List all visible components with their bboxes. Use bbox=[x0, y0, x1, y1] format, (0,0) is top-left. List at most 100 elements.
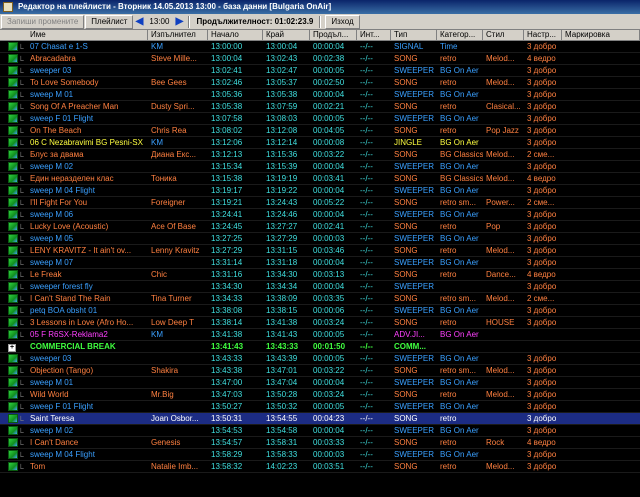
app-icon bbox=[3, 2, 13, 12]
intro: --/-- bbox=[360, 258, 373, 267]
table-row[interactable]: └ sweep M 01 13:47:00 13:47:04 00:00:04 --/--… bbox=[0, 377, 640, 389]
table-row[interactable]: └ sweeper 03 13:02:41 13:02:47 00:00:05 --/--… bbox=[0, 65, 640, 77]
end-time: 13:41:43 bbox=[266, 330, 298, 339]
row-icon-cell: └ bbox=[0, 425, 30, 436]
duration: 00:02:21 bbox=[313, 102, 345, 111]
table-row[interactable]: └ sweep M 06 13:24:41 13:24:46 00:00:04 --/--… bbox=[0, 209, 640, 221]
table-row[interactable]: └ sweeper 03 13:43:33 13:43:39 00:00:05 --/--… bbox=[0, 353, 640, 365]
expand-icon[interactable]: + bbox=[8, 344, 16, 352]
marking bbox=[562, 137, 640, 148]
row-icon-cell: └ bbox=[0, 209, 30, 220]
style bbox=[483, 89, 524, 100]
row-icon-cell: └ bbox=[0, 293, 30, 304]
column-header[interactable]: Маркировка bbox=[562, 30, 640, 41]
start-time: 13:05:36 bbox=[211, 90, 243, 99]
column-header[interactable]: Име bbox=[0, 30, 148, 41]
start-time: 13:31:14 bbox=[211, 258, 243, 267]
category: retro bbox=[440, 414, 457, 423]
playlist-grid[interactable]: Име Изпълнител Начало Край Продъл... Инт... Ти… bbox=[0, 30, 640, 497]
table-row[interactable]: └ sweep F 01 Flight 13:07:58 13:08:03 00:00:… bbox=[0, 113, 640, 125]
track-name: 3 Lessons in Love (Afro Ho... bbox=[30, 318, 134, 327]
previous-arrow-icon[interactable]: ◀ bbox=[133, 16, 145, 27]
start-time: 13:12:06 bbox=[211, 138, 243, 147]
audio-file-icon bbox=[8, 66, 18, 75]
table-row[interactable]: └ To Love Somebody Bee Gees 13:02:46 13:05:3… bbox=[0, 77, 640, 89]
setting: 3 добро bbox=[527, 102, 557, 111]
column-header[interactable]: Начало bbox=[208, 30, 263, 41]
tree-line-icon: └ bbox=[18, 440, 24, 448]
track-artist bbox=[148, 353, 208, 364]
exit-button[interactable]: Изход bbox=[325, 14, 360, 29]
table-row[interactable]: └ Lucky Love (Acoustic) Ace Of Base 13:24:4… bbox=[0, 221, 640, 233]
table-row[interactable]: └ sweep F 01 Flight 13:50:27 13:50:32 00:00:… bbox=[0, 401, 640, 413]
table-row[interactable]: └ Song Of A Preacher Man Dusty Spri... 13:0… bbox=[0, 101, 640, 113]
table-row[interactable]: └ sweep M 01 13:05:36 13:05:38 00:00:04 --/--… bbox=[0, 89, 640, 101]
table-row[interactable]: └ sweep M 07 13:31:14 13:31:18 00:00:04 --/--… bbox=[0, 257, 640, 269]
next-arrow-icon[interactable]: ▶ bbox=[173, 16, 185, 27]
table-row[interactable]: + COMMERCIAL BREAK 13:41:43 13:43:33 00:01:5… bbox=[0, 341, 640, 353]
marking bbox=[562, 257, 640, 268]
type: SWEEPER bbox=[394, 426, 435, 435]
table-row[interactable]: └ On The Beach Chris Rea 13:08:02 13:12:08 00… bbox=[0, 125, 640, 137]
duration: 00:00:03 bbox=[313, 234, 345, 243]
column-header[interactable]: Продъл... bbox=[310, 30, 357, 41]
table-row[interactable]: └ petq BOA obsht 01 13:38:08 13:38:15 00:00:… bbox=[0, 305, 640, 317]
column-header[interactable]: Изпълнител bbox=[148, 30, 208, 41]
tree-line-icon: └ bbox=[18, 272, 24, 280]
table-row[interactable]: └ I'll Fight For You Foreigner 13:19:21 13:2… bbox=[0, 197, 640, 209]
audio-file-icon bbox=[8, 282, 18, 291]
table-row[interactable]: └ sweep M 04 Flight 13:19:17 13:19:22 00:00:… bbox=[0, 185, 640, 197]
table-row[interactable]: └ 06 C Nezabravimi BG Pesni-SX KM 13:12:06 1… bbox=[0, 137, 640, 149]
start-time: 13:08:02 bbox=[211, 126, 243, 135]
table-row[interactable]: └ Един неразделен клас Тоника 13:15:38 13:19… bbox=[0, 173, 640, 185]
table-row[interactable]: └ 3 Lessons in Love (Afro Ho... Low Deep T… bbox=[0, 317, 640, 329]
table-row[interactable]: └ LENY KRAVITZ - It ain't ov... Lenny Krav… bbox=[0, 245, 640, 257]
audio-file-icon bbox=[8, 450, 18, 459]
type: SWEEPER bbox=[394, 282, 435, 291]
duration: 00:00:05 bbox=[313, 402, 345, 411]
setting: 3 добро bbox=[527, 402, 557, 411]
duration: 00:00:05 bbox=[313, 66, 345, 75]
category: BG Classics bbox=[440, 150, 483, 159]
end-time: 13:12:08 bbox=[266, 126, 298, 135]
table-row[interactable]: └ Objection (Tango) Shakira 13:43:38 13:47:0… bbox=[0, 365, 640, 377]
table-row[interactable]: └ Tom Natalie Imb... 13:58:32 14:02:23 00:03:… bbox=[0, 461, 640, 473]
type: SWEEPER bbox=[394, 354, 435, 363]
table-row[interactable]: └ Saint Teresa Joan Osbor... 13:50:31 13:54:… bbox=[0, 413, 640, 425]
style: HOUSE bbox=[486, 318, 515, 327]
audio-file-icon bbox=[8, 138, 18, 147]
playlist-button[interactable]: Плейлист bbox=[85, 14, 134, 29]
table-row[interactable]: └ Блус за двама Диана Екс... 13:12:13 13:15:… bbox=[0, 149, 640, 161]
table-row[interactable]: └ Wild World Mr.Big 13:47:03 13:50:28 00:03:2… bbox=[0, 389, 640, 401]
table-row[interactable]: └ sweep M 02 13:54:53 13:54:58 00:00:04 --/--… bbox=[0, 425, 640, 437]
table-row[interactable]: └ 07 Chasat e 1-S KM 13:00:00 13:00:04 00:00:… bbox=[0, 41, 640, 53]
setting: 3 добро bbox=[527, 462, 557, 471]
table-row[interactable]: └ Le Freak Chic 13:31:16 13:34:30 00:03:13 --/… bbox=[0, 269, 640, 281]
column-header[interactable]: Инт... bbox=[357, 30, 391, 41]
save-changes-button[interactable]: Запиши промените bbox=[1, 14, 85, 29]
start-time: 13:02:46 bbox=[211, 78, 243, 87]
column-header[interactable]: Стил bbox=[483, 30, 524, 41]
intro: --/-- bbox=[360, 450, 373, 459]
table-row[interactable]: └ sweep M 02 13:15:34 13:15:39 00:00:04 --/--… bbox=[0, 161, 640, 173]
table-row[interactable]: └ I Can't Dance Genesis 13:54:57 13:58:31 00:… bbox=[0, 437, 640, 449]
audio-file-icon bbox=[8, 402, 18, 411]
table-row[interactable]: └ I Can't Stand The Rain Tina Turner 13:34:… bbox=[0, 293, 640, 305]
track-name: On The Beach bbox=[30, 126, 82, 135]
intro: --/-- bbox=[360, 42, 373, 51]
column-header[interactable]: Категор... bbox=[437, 30, 483, 41]
column-header[interactable]: Край bbox=[263, 30, 310, 41]
row-icon-cell: └ bbox=[0, 353, 30, 364]
table-row[interactable]: └ sweeper forest fly 13:34:30 13:34:34 00:00… bbox=[0, 281, 640, 293]
table-row[interactable]: └ sweep M 04 Flight 13:58:29 13:58:33 00:00:… bbox=[0, 449, 640, 461]
track-name: Един неразделен клас bbox=[30, 174, 114, 183]
column-header[interactable]: Настр... bbox=[524, 30, 562, 41]
track-artist bbox=[148, 401, 208, 412]
column-header[interactable]: Тип bbox=[391, 30, 437, 41]
intro: --/-- bbox=[360, 282, 373, 291]
row-icon-cell: └ bbox=[0, 449, 30, 460]
table-row[interactable]: └ 05 F R6SX-Reklama2 KM 13:41:38 13:41:43 00:… bbox=[0, 329, 640, 341]
time-selector[interactable]: 13:00 bbox=[145, 17, 173, 26]
table-row[interactable]: └ Abracadabra Steve Mille... 13:00:04 13:02:… bbox=[0, 53, 640, 65]
table-row[interactable]: └ sweep M 05 13:27:25 13:27:29 00:00:03 --/--… bbox=[0, 233, 640, 245]
